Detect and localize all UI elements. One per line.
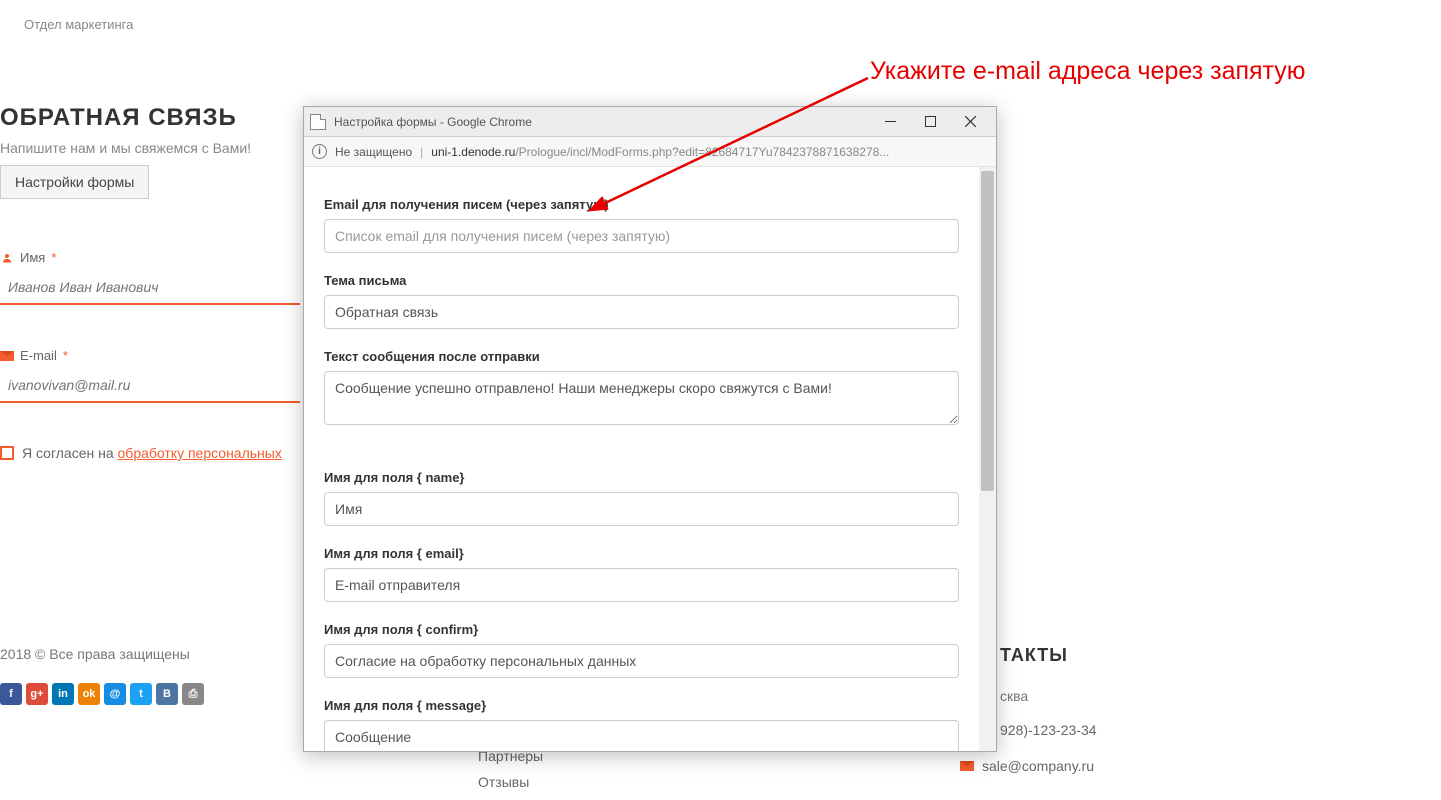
- contacts-phone-partial: 928)-123-23-34: [1000, 722, 1097, 738]
- contacts-title-partial: ТАКТЫ: [1000, 645, 1068, 666]
- vkontakte-icon[interactable]: B: [156, 683, 178, 705]
- minimize-button[interactable]: [870, 108, 910, 136]
- after-send-group: Текст сообщения после отправки: [324, 349, 959, 430]
- url-text: uni-1.denode.ru/Prologue/incl/ModForms.p…: [431, 145, 889, 159]
- consent-link[interactable]: обработку персональных: [118, 445, 282, 461]
- linkedin-icon[interactable]: in: [52, 683, 74, 705]
- consent-checkbox[interactable]: [0, 446, 14, 460]
- address-bar[interactable]: i Не защищено | uni-1.denode.ru/Prologue…: [304, 137, 996, 167]
- confirm-field-config-label: Имя для поля { confirm}: [324, 622, 959, 637]
- message-field-config-input[interactable]: [324, 720, 959, 751]
- email-field-config-group: Имя для поля { email}: [324, 546, 959, 602]
- window-title: Настройка формы - Google Chrome: [334, 115, 870, 129]
- page-title: ОБРАТНАЯ СВЯЗЬ: [0, 104, 237, 132]
- email-field-wrapper: E-mail *: [0, 348, 300, 403]
- user-icon: [0, 251, 14, 265]
- confirm-field-config-group: Имя для поля { confirm}: [324, 622, 959, 678]
- facebook-icon[interactable]: f: [0, 683, 22, 705]
- insecure-label: Не защищено: [335, 145, 412, 159]
- social-icons: f g+ in ok @ t B ⎙: [0, 683, 204, 705]
- annotation-text: Укажите e-mail адреса через запятую: [870, 57, 1306, 86]
- contacts-city-partial: сква: [1000, 688, 1028, 704]
- maximize-button[interactable]: [910, 108, 950, 136]
- footer-links: Партнеры Отзывы: [478, 748, 543, 800]
- contacts-mail-text: sale@company.ru: [982, 758, 1094, 774]
- email-field-label: E-mail *: [0, 348, 300, 367]
- name-field-config-group: Имя для поля { name}: [324, 470, 959, 526]
- after-send-textarea[interactable]: [324, 371, 959, 425]
- google-plus-icon[interactable]: g+: [26, 683, 48, 705]
- chrome-popup-window: Настройка формы - Google Chrome i Не защ…: [303, 106, 997, 752]
- envelope-icon: [0, 349, 14, 363]
- dept-label: Отдел маркетинга: [24, 17, 133, 32]
- page-subtitle: Напишите нам и мы свяжемся с Вами!: [0, 140, 251, 156]
- confirm-field-config-input[interactable]: [324, 644, 959, 678]
- twitter-icon[interactable]: t: [130, 683, 152, 705]
- url-host: uni-1.denode.ru: [431, 145, 515, 159]
- separator: |: [420, 145, 423, 159]
- popup-body: Email для получения писем (через запятую…: [304, 167, 996, 751]
- name-field-config-label: Имя для поля { name}: [324, 470, 959, 485]
- email-input[interactable]: [0, 367, 300, 401]
- name-field-wrapper: Имя *: [0, 250, 300, 305]
- info-icon[interactable]: i: [312, 144, 327, 159]
- after-send-label: Текст сообщения после отправки: [324, 349, 959, 364]
- print-icon[interactable]: ⎙: [182, 683, 204, 705]
- consent-row: Я согласен на обработку персональных: [0, 445, 282, 461]
- moimir-icon[interactable]: @: [104, 683, 126, 705]
- window-titlebar[interactable]: Настройка формы - Google Chrome: [304, 107, 996, 137]
- contacts-mail-row: sale@company.ru: [960, 758, 1094, 774]
- envelope-icon: [960, 761, 974, 771]
- consent-prefix: Я согласен на: [22, 445, 118, 461]
- name-field-config-input[interactable]: [324, 492, 959, 526]
- page-icon: [310, 114, 326, 130]
- close-button[interactable]: [950, 108, 990, 136]
- subject-label: Тема письма: [324, 273, 959, 288]
- form-settings-area: Email для получения писем (через запятую…: [304, 167, 979, 751]
- subject-input[interactable]: [324, 295, 959, 329]
- scrollbar-track[interactable]: [979, 167, 996, 751]
- recipient-email-input[interactable]: [324, 219, 959, 253]
- footer-link-reviews[interactable]: Отзывы: [478, 774, 543, 790]
- recipient-email-label: Email для получения писем (через запятую…: [324, 197, 959, 212]
- subject-group: Тема письма: [324, 273, 959, 329]
- name-field-label: Имя *: [0, 250, 300, 269]
- email-field-config-label: Имя для поля { email}: [324, 546, 959, 561]
- url-path: /Prologue/incl/ModForms.php?edit=8268471…: [515, 145, 889, 159]
- name-label-text: Имя: [20, 250, 45, 265]
- scrollbar-thumb[interactable]: [981, 171, 994, 491]
- email-field-config-input[interactable]: [324, 568, 959, 602]
- copyright-text: 2018 © Все права защищены: [0, 646, 190, 662]
- odnoklassniki-icon[interactable]: ok: [78, 683, 100, 705]
- form-settings-button[interactable]: Настройки формы: [0, 165, 149, 199]
- message-field-config-label: Имя для поля { message}: [324, 698, 959, 713]
- required-asterisk: *: [63, 348, 68, 363]
- message-field-config-group: Имя для поля { message}: [324, 698, 959, 751]
- recipient-email-group: Email для получения писем (через запятую…: [324, 197, 959, 253]
- email-label-text: E-mail: [20, 348, 57, 363]
- name-input[interactable]: [0, 269, 300, 303]
- required-asterisk: *: [51, 250, 56, 265]
